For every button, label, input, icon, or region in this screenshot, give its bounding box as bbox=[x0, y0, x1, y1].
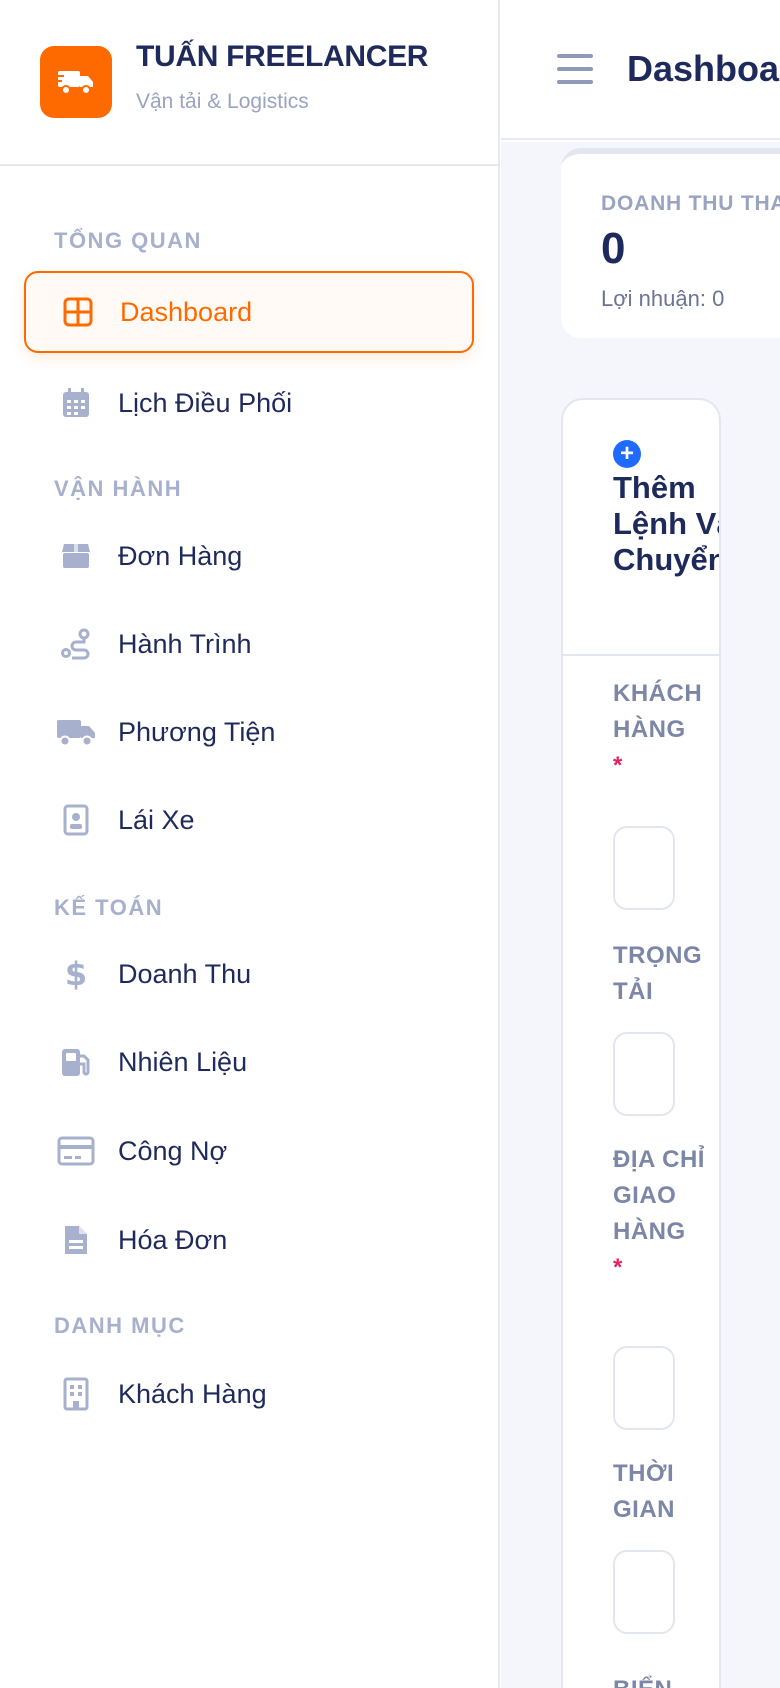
truck-icon bbox=[54, 710, 98, 754]
page-title: Dashboa bbox=[627, 48, 780, 89]
sidebar-item-label: Đơn Hàng bbox=[118, 540, 243, 571]
sidebar-item-label: Doanh Thu bbox=[118, 958, 252, 989]
field-label-text: BIỂN bbox=[613, 1676, 672, 1688]
route-icon bbox=[54, 622, 98, 666]
brand-subtitle: Vận tải & Logistics bbox=[136, 90, 309, 113]
section-label-overview: TỔNG QUAN bbox=[54, 228, 202, 253]
sidebar-item-customers[interactable]: Khách Hàng bbox=[24, 1353, 474, 1435]
svg-text:$: $ bbox=[65, 957, 87, 991]
sidebar-item-orders[interactable]: Đơn Hàng bbox=[24, 515, 474, 597]
field-label-plate: BIỂN bbox=[613, 1672, 713, 1688]
sidebar-item-label: Khách Hàng bbox=[118, 1378, 267, 1409]
field-label-customer: KHÁCH HÀNG * bbox=[613, 676, 713, 784]
field-label-text: THỜI GIAN bbox=[613, 1460, 675, 1523]
sidebar-item-fuel[interactable]: Nhiên Liệu bbox=[24, 1021, 474, 1103]
field-label-text: TRỌNG TẢI bbox=[613, 942, 703, 1005]
id-badge-icon bbox=[54, 798, 98, 842]
section-label-catalog: DANH MỤC bbox=[54, 1313, 186, 1338]
sidebar: TUẤN FREELANCER Vận tải & Logistics TỔNG… bbox=[0, 0, 500, 1688]
form-title: Thêm Lệnh Vận Chuyển bbox=[613, 470, 721, 577]
sidebar-item-label: Hóa Đơn bbox=[118, 1224, 228, 1255]
sidebar-item-label: Dashboard bbox=[120, 296, 253, 327]
customer-input[interactable] bbox=[613, 826, 675, 910]
add-shipment-form: + Thêm Lệnh Vận Chuyển KHÁCH HÀNG * TRỌN… bbox=[561, 398, 721, 1688]
field-label-text: ĐỊA CHỈ GIAO HÀNG bbox=[613, 1146, 705, 1245]
required-marker: * bbox=[613, 752, 623, 779]
stat-value: 0 bbox=[601, 224, 626, 273]
file-invoice-icon bbox=[54, 1218, 98, 1262]
field-label-delivery-address: ĐỊA CHỈ GIAO HÀNG * bbox=[613, 1142, 713, 1286]
form-header: + Thêm Lệnh Vận Chuyển bbox=[563, 400, 719, 656]
hamburger-menu-icon[interactable] bbox=[557, 54, 593, 86]
section-label-operations: VẬN HÀNH bbox=[54, 476, 183, 501]
sidebar-item-label: Lái Xe bbox=[118, 804, 195, 835]
sidebar-item-drivers[interactable]: Lái Xe bbox=[24, 779, 474, 861]
field-label-text: KHÁCH HÀNG bbox=[613, 680, 703, 743]
top-bar: Dashboa bbox=[501, 0, 780, 140]
brand-title: TUẤN FREELANCER bbox=[136, 40, 429, 73]
revenue-stat-card: DOANH THU THA 0 Lợi nhuận: 0 bbox=[561, 148, 780, 338]
plus-circle-icon: + bbox=[613, 440, 641, 468]
sidebar-item-label: Lịch Điều Phối bbox=[118, 387, 293, 418]
grid-icon bbox=[56, 290, 100, 334]
field-label-load: TRỌNG TẢI bbox=[613, 938, 713, 1010]
credit-card-icon bbox=[54, 1129, 98, 1173]
sidebar-item-revenue[interactable]: $ Doanh Thu bbox=[24, 933, 474, 1015]
building-icon bbox=[54, 1372, 98, 1416]
truck-logo-icon bbox=[40, 46, 112, 118]
stat-profit: Lợi nhuận: 0 bbox=[601, 286, 725, 311]
sidebar-item-dashboard[interactable]: Dashboard bbox=[24, 271, 474, 353]
dollar-icon: $ bbox=[54, 952, 98, 996]
fuel-pump-icon bbox=[54, 1040, 98, 1084]
sidebar-item-label: Công Nợ bbox=[118, 1135, 228, 1166]
section-label-accounting: KẾ TOÁN bbox=[54, 895, 164, 920]
sidebar-item-label: Nhiên Liệu bbox=[118, 1046, 248, 1077]
load-input[interactable] bbox=[613, 1032, 675, 1116]
sidebar-item-label: Phương Tiện bbox=[118, 716, 276, 747]
sidebar-item-label: Hành Trình bbox=[118, 628, 252, 659]
required-marker: * bbox=[613, 1254, 623, 1281]
calendar-icon bbox=[54, 381, 98, 425]
sidebar-item-schedule[interactable]: Lịch Điều Phối bbox=[24, 362, 474, 444]
delivery-address-input[interactable] bbox=[613, 1346, 675, 1430]
box-icon bbox=[54, 534, 98, 578]
stat-label: DOANH THU THA bbox=[601, 192, 780, 215]
field-label-time: THỜI GIAN bbox=[613, 1456, 713, 1528]
sidebar-item-debts[interactable]: Công Nợ bbox=[24, 1110, 474, 1192]
sidebar-item-vehicles[interactable]: Phương Tiện bbox=[24, 691, 474, 773]
main-content: DOANH THU THA 0 Lợi nhuận: 0 + Thêm Lệnh… bbox=[501, 142, 780, 1688]
sidebar-item-invoices[interactable]: Hóa Đơn bbox=[24, 1199, 474, 1281]
sidebar-item-routes[interactable]: Hành Trình bbox=[24, 603, 474, 685]
time-input[interactable] bbox=[613, 1550, 675, 1634]
brand-header: TUẤN FREELANCER Vận tải & Logistics bbox=[0, 0, 498, 166]
